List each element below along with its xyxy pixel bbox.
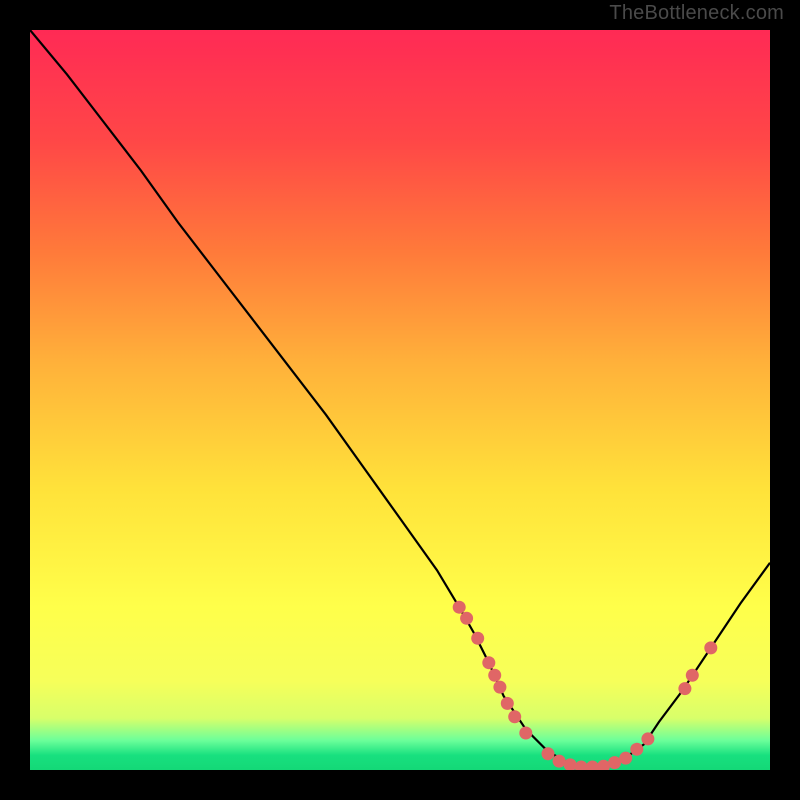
marker-point xyxy=(586,761,599,770)
marker-point xyxy=(453,601,466,614)
marker-point xyxy=(508,710,521,723)
marker-point xyxy=(519,727,532,740)
marker-point xyxy=(641,732,654,745)
marker-point xyxy=(619,752,632,765)
marker-point xyxy=(575,761,588,770)
marker-point xyxy=(686,669,699,682)
bottleneck-curve xyxy=(30,30,770,768)
markers-group xyxy=(453,601,718,770)
marker-point xyxy=(482,656,495,669)
marker-point xyxy=(553,755,566,768)
marker-point xyxy=(704,641,717,654)
marker-point xyxy=(678,682,691,695)
marker-point xyxy=(542,747,555,760)
attribution-text: TheBottleneck.com xyxy=(609,2,784,25)
marker-point xyxy=(493,681,506,694)
chart-svg xyxy=(30,30,770,770)
marker-point xyxy=(608,756,621,769)
marker-point xyxy=(564,758,577,770)
marker-point xyxy=(460,612,473,625)
marker-point xyxy=(630,743,643,756)
marker-point xyxy=(501,697,514,710)
chart-plot-area xyxy=(30,30,770,770)
marker-point xyxy=(488,669,501,682)
marker-point xyxy=(597,760,610,770)
marker-point xyxy=(471,632,484,645)
chart-frame xyxy=(18,18,782,782)
